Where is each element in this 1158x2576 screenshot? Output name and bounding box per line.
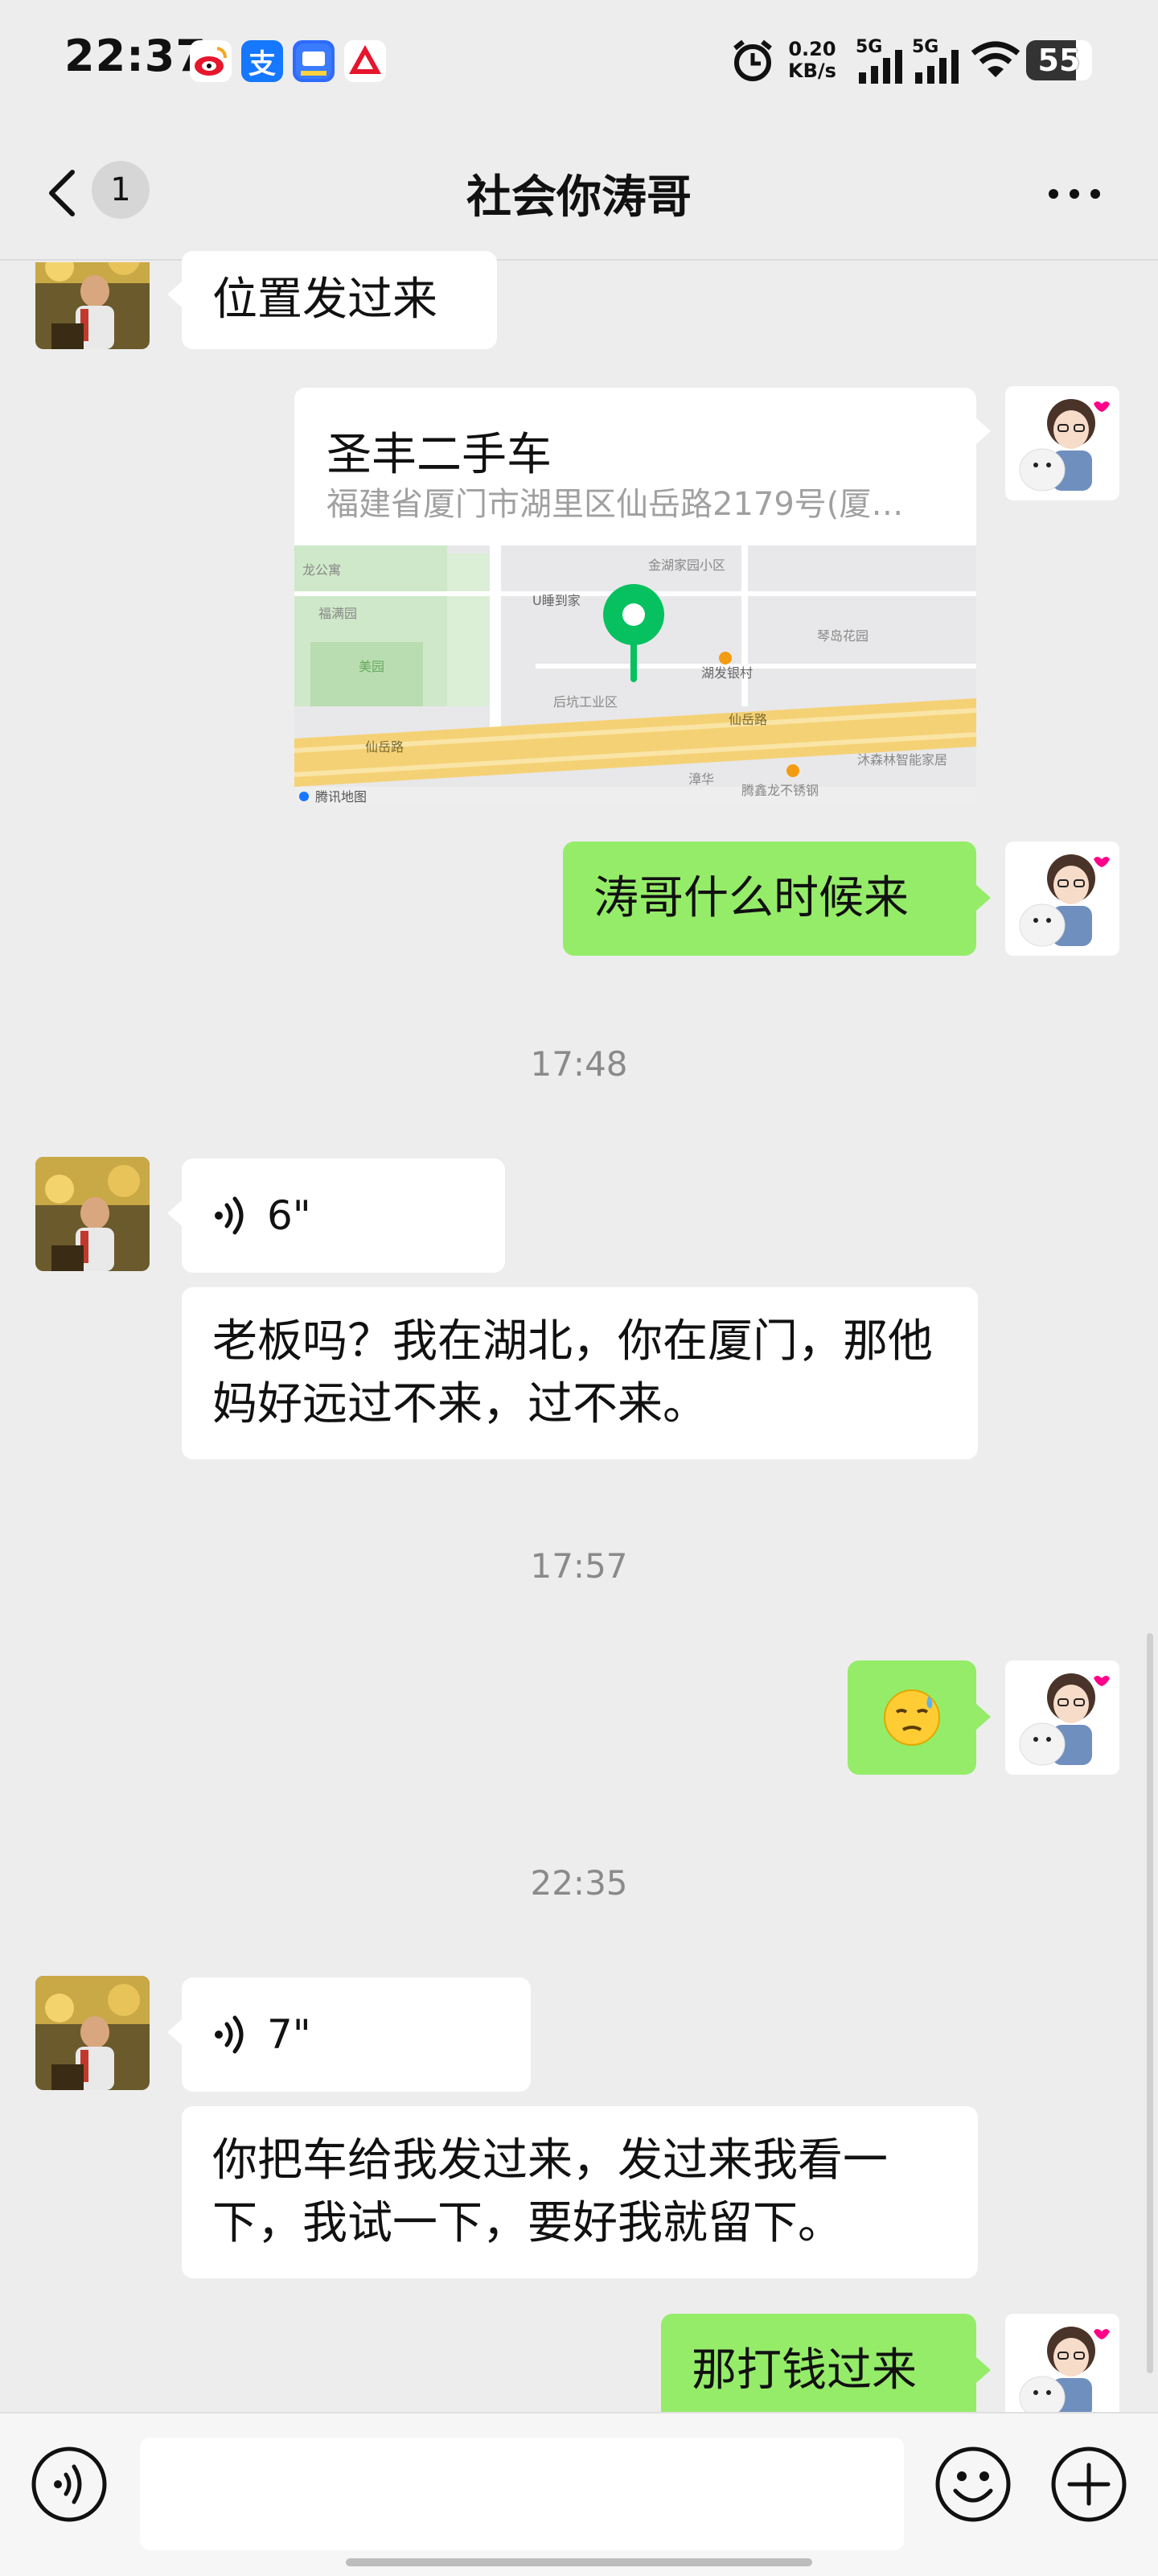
voice-message-bubble[interactable]: 6"	[182, 1158, 505, 1273]
bubble-tail	[976, 2357, 991, 2383]
bubble-tail	[167, 2019, 182, 2045]
svg-text:金湖家园小区: 金湖家园小区	[648, 558, 725, 573]
message-timestamp: 17:48	[530, 1044, 628, 1084]
bubble-tail	[167, 282, 182, 307]
signal-icon-1: 5G	[856, 37, 909, 85]
signal-icon-2: 5G	[912, 37, 965, 85]
status-time: 22:37	[64, 31, 207, 81]
svg-text:后坑工业区: 后坑工业区	[553, 694, 618, 710]
message-text: 涛哥什么时候来	[593, 872, 909, 924]
alipay-icon: 支	[241, 40, 283, 82]
voice-wave-icon	[215, 2015, 244, 2054]
svg-text:U睡到家: U睡到家	[532, 593, 581, 608]
bubble-tail	[976, 1704, 991, 1730]
message-bubble-incoming[interactable]: 你把车给我发过来，发过来我看一下，我试一下，要好我就留下。	[182, 2106, 978, 2278]
home-indicator[interactable]	[346, 2558, 812, 2566]
message-bubble-outgoing[interactable]: 那打钱过来	[661, 2314, 976, 2428]
message-input[interactable]	[140, 2438, 904, 2550]
message-bubble-incoming[interactable]: 位置发过来	[182, 251, 497, 349]
message-bubble-incoming[interactable]: 老板吗？我在湖北，你在厦门，那他妈好远过不来，过不来。	[182, 1287, 978, 1459]
message-timestamp: 22:35	[530, 1863, 628, 1903]
alarm-icon	[729, 37, 777, 88]
app-icon-4	[344, 40, 386, 82]
wifi-icon	[970, 40, 1021, 84]
battery-indicator: 55	[1026, 40, 1092, 80]
my-avatar[interactable]	[1005, 2314, 1119, 2428]
svg-text:湖发银村: 湖发银村	[701, 665, 753, 681]
location-address: 福建省厦门市湖里区仙岳路2179号(厦…	[326, 486, 904, 523]
scrollbar[interactable]	[1147, 1633, 1153, 2373]
voice-input-icon[interactable]	[29, 2444, 109, 2528]
message-text: 位置发过来	[212, 274, 437, 326]
sweat-smile-emoji-icon	[884, 1689, 940, 1746]
header-divider	[0, 259, 1158, 261]
emoji-icon[interactable]	[933, 2444, 1013, 2528]
voice-duration: 7"	[267, 2011, 311, 2058]
my-avatar[interactable]	[1005, 386, 1119, 500]
message-text: 老板吗？我在湖北，你在厦门，那他妈好远过不来，过不来。	[212, 1315, 933, 1430]
svg-text:腾鑫龙不锈钢: 腾鑫龙不锈钢	[741, 783, 819, 798]
contact-avatar[interactable]	[35, 1976, 150, 2090]
plus-icon[interactable]	[1049, 2444, 1129, 2528]
svg-text:腾讯地图: 腾讯地图	[315, 789, 367, 804]
svg-text:龙公寓: 龙公寓	[302, 562, 341, 578]
location-map: 龙公寓 福满园 美园 金湖家园小区 U睡到家 湖发银村 琴岛花园 后坑工业区 仙…	[294, 545, 976, 806]
emoji-message-bubble[interactable]	[848, 1660, 976, 1775]
bubble-tail	[976, 418, 991, 444]
bubble-tail	[167, 1200, 182, 1226]
svg-text:仙岳路: 仙岳路	[365, 739, 404, 755]
svg-text:仙岳路: 仙岳路	[729, 712, 767, 727]
location-name: 圣丰二手车	[326, 429, 552, 481]
svg-text:福满园: 福满园	[318, 606, 357, 621]
location-card[interactable]: 圣丰二手车 福建省厦门市湖里区仙岳路2179号(厦… 龙公寓 福满园 美园 金湖	[294, 388, 976, 806]
weibo-icon	[190, 40, 232, 82]
contact-avatar[interactable]	[35, 1157, 150, 1271]
svg-text:美园: 美园	[359, 659, 384, 674]
chat-title: 社会你涛哥	[466, 171, 692, 224]
svg-text:沐森林智能家居: 沐森林智能家居	[857, 752, 947, 767]
my-avatar[interactable]	[1005, 1660, 1119, 1775]
more-icon[interactable]	[1042, 182, 1107, 206]
message-text: 你把车给我发过来，发过来我看一下，我试一下，要好我就留下。	[212, 2134, 888, 2249]
svg-text:琴岛花园: 琴岛花园	[817, 628, 868, 644]
app-icon-3	[293, 40, 335, 82]
message-text: 那打钱过来	[692, 2344, 917, 2397]
bubble-tail	[976, 885, 991, 911]
voice-wave-icon	[215, 1196, 244, 1235]
message-bubble-outgoing[interactable]: 涛哥什么时候来	[563, 842, 976, 956]
svg-text:漳华: 漳华	[688, 772, 714, 787]
message-timestamp: 17:57	[530, 1546, 628, 1586]
my-avatar[interactable]	[1005, 842, 1119, 956]
network-speed: 0.20 KB/s	[788, 38, 836, 82]
voice-duration: 6"	[267, 1192, 311, 1239]
voice-message-bubble[interactable]: 7"	[182, 1977, 531, 2092]
